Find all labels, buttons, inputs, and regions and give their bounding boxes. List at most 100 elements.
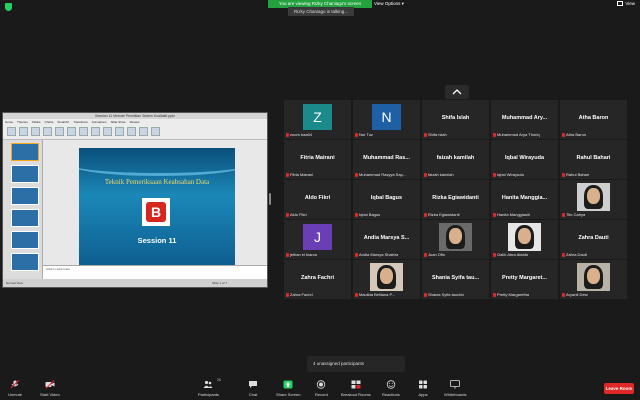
slide-thumbnail bbox=[11, 143, 39, 161]
participant-tile[interactable]: faizah kamilah faizah kamilah bbox=[422, 140, 489, 179]
ribbon-tab: Review bbox=[129, 120, 140, 124]
new-slide-icon bbox=[7, 127, 16, 136]
participant-tile[interactable]: Z zoom baa04 bbox=[284, 100, 351, 139]
start-video-button[interactable]: Start Video bbox=[40, 380, 60, 397]
participant-tile[interactable]: Juan Ofin bbox=[422, 220, 489, 259]
view-button[interactable]: View bbox=[617, 1, 635, 6]
muted-mic-icon bbox=[355, 132, 358, 137]
participant-tile[interactable]: Iqbal Bagus Iqbal Bagus bbox=[353, 180, 420, 219]
record-button[interactable]: Record bbox=[315, 380, 328, 397]
share-screen-icon bbox=[283, 380, 293, 389]
muted-mic-icon bbox=[493, 172, 496, 177]
muted-mic-icon bbox=[286, 212, 289, 217]
status-right: Slide 1 of 7 bbox=[211, 281, 227, 285]
muted-mic-icon bbox=[424, 212, 427, 217]
participant-display-name: Hanita Manggia... bbox=[501, 195, 548, 201]
muted-mic-icon bbox=[493, 252, 496, 257]
participant-display-name: Muhammad Ras... bbox=[363, 155, 410, 161]
align-icon bbox=[79, 127, 88, 136]
participant-name: Pretty Margaretha bbox=[497, 292, 530, 297]
unassigned-participants-notice[interactable]: 4 unassigned participants bbox=[307, 356, 405, 372]
slide-title: Teknik Pemeriksaan Keabsahan Data bbox=[104, 178, 210, 186]
participant-label: Nur Tuz bbox=[355, 132, 373, 137]
participant-tile[interactable]: Muhammad Ras... Muhammad Rasyya Sap... bbox=[353, 140, 420, 179]
paragraph-icon bbox=[55, 127, 64, 136]
participant-name: Iqbal Wirayuda bbox=[497, 172, 524, 177]
gallery-page-up-button[interactable] bbox=[445, 85, 469, 99]
slide-thumbnail bbox=[11, 187, 39, 205]
arrange-icon bbox=[127, 127, 136, 136]
participant-label: Rizka Egiawidanti bbox=[424, 212, 460, 217]
status-left: Normal View bbox=[6, 281, 23, 285]
whiteboards-button[interactable]: Whiteboards bbox=[444, 380, 466, 397]
participants-count: 26 bbox=[217, 378, 221, 382]
leave-room-button[interactable]: Leave Room bbox=[604, 383, 634, 394]
slide-thumbnails bbox=[3, 140, 43, 279]
reactions-button[interactable]: Reactions bbox=[382, 380, 400, 397]
ribbon-tab: Slide Show bbox=[110, 120, 126, 124]
shared-screen: Session 11 Metode Penelitian Sistem Kual… bbox=[2, 112, 268, 288]
participant-tile[interactable]: Iqbal Wirayuda Iqbal Wirayuda bbox=[491, 140, 558, 179]
slide-logo-letter: B bbox=[146, 202, 166, 222]
apps-button[interactable]: Apps bbox=[418, 380, 428, 397]
participant-label: Muhammad Arya Thoriq bbox=[493, 132, 540, 137]
participant-label: Muhammad Rasyya Sap... bbox=[355, 172, 406, 177]
participant-tile[interactable]: Atha Baron Atha Baron bbox=[560, 100, 627, 139]
section-icon bbox=[31, 127, 40, 136]
participants-button[interactable]: Participants bbox=[198, 380, 219, 397]
participant-tile[interactable]: Maulida Belliana P... bbox=[353, 260, 420, 299]
participant-tile[interactable]: Zahra Fachri Zahra Fachri bbox=[284, 260, 351, 299]
participant-tile[interactable]: Aldo Fikri Aldo Fikri bbox=[284, 180, 351, 219]
participant-display-name: Muhammad Ary... bbox=[501, 115, 548, 121]
participant-tile[interactable]: N Nur Tuz bbox=[353, 100, 420, 139]
participant-tile[interactable]: Galih Abra Aldafa bbox=[491, 220, 558, 259]
zoom-meeting-window: You are viewing Rizky Chaniago's screen … bbox=[0, 0, 640, 400]
slide-subtitle: Session 11 bbox=[137, 236, 177, 245]
view-options-button[interactable]: View Options ▾ bbox=[374, 1, 404, 7]
participant-tile[interactable]: Zahra Dauti Zahra Dauti bbox=[560, 220, 627, 259]
participant-tile[interactable]: Rahul Bahari Rahul Bahari bbox=[560, 140, 627, 179]
share-screen-button[interactable]: Share Screen bbox=[276, 380, 300, 397]
bullets-icon bbox=[67, 127, 76, 136]
participant-name: Shifa Islah bbox=[428, 132, 447, 137]
slide-wave-decoration bbox=[79, 152, 235, 176]
participant-label: Galih Abra Aldafa bbox=[493, 252, 528, 257]
participant-photo bbox=[370, 263, 403, 291]
participant-tile[interactable]: Andia Marsya S... Andia Marsya Shabira bbox=[353, 220, 420, 259]
participant-name: Iqbal Bagus bbox=[359, 212, 381, 217]
active-speaker-tag: Rizky Chaniago is talking... bbox=[288, 7, 354, 16]
participant-tile[interactable]: Rizka Egiawidanti Rizka Egiawidanti bbox=[422, 180, 489, 219]
muted-mic-icon bbox=[493, 212, 496, 217]
participant-tile[interactable]: Hanita Manggia... Hanita Manggiasih bbox=[491, 180, 558, 219]
chat-button[interactable]: Chat bbox=[248, 380, 258, 397]
participant-label: faizah kamilah bbox=[424, 172, 454, 177]
participant-tile[interactable]: Aryanti Dewi bbox=[560, 260, 627, 299]
participant-display-name: Rahul Bahari bbox=[576, 155, 611, 161]
participant-tile[interactable]: Shania Syifa tau... Shania Syifa tauchid bbox=[422, 260, 489, 299]
breakout-rooms-button[interactable]: Breakout Rooms bbox=[341, 380, 371, 397]
participant-name: Juan Ofin bbox=[428, 252, 446, 257]
participant-tile[interactable]: Tito Cahya bbox=[560, 180, 627, 219]
muted-mic-icon bbox=[286, 292, 289, 297]
photo-face bbox=[518, 228, 531, 244]
participant-tile[interactable]: Fitria Mairani Fitria Mairani bbox=[284, 140, 351, 179]
split-resize-handle[interactable] bbox=[269, 193, 271, 205]
text-box-icon bbox=[91, 127, 100, 136]
unmute-button[interactable]: Unmute bbox=[8, 380, 22, 397]
participant-name: Shania Syifa tauchid bbox=[428, 292, 465, 297]
chevron-up-icon bbox=[452, 89, 462, 95]
meeting-toolbar: Unmute Start Video Participants 26 Chat … bbox=[0, 378, 640, 400]
participant-tile[interactable]: Shifa Islah Shifa Islah bbox=[422, 100, 489, 139]
participant-tile[interactable]: Muhammad Ary... Muhammad Arya Thoriq bbox=[491, 100, 558, 139]
participant-tile[interactable]: J jeihan el biarca bbox=[284, 220, 351, 259]
whiteboards-label: Whiteboards bbox=[444, 392, 467, 397]
avatar: Z bbox=[303, 104, 332, 130]
participant-photo bbox=[439, 223, 472, 251]
participant-label: Fitria Mairani bbox=[286, 172, 313, 177]
mic-muted-icon bbox=[10, 380, 20, 389]
participant-display-name: Fitria Mairani bbox=[300, 155, 335, 161]
participant-tile[interactable]: Pretty Margaret... Pretty Margaretha bbox=[491, 260, 558, 299]
security-shield-icon[interactable] bbox=[5, 3, 12, 11]
muted-mic-icon bbox=[286, 172, 289, 177]
slide-thumbnail bbox=[11, 209, 39, 227]
